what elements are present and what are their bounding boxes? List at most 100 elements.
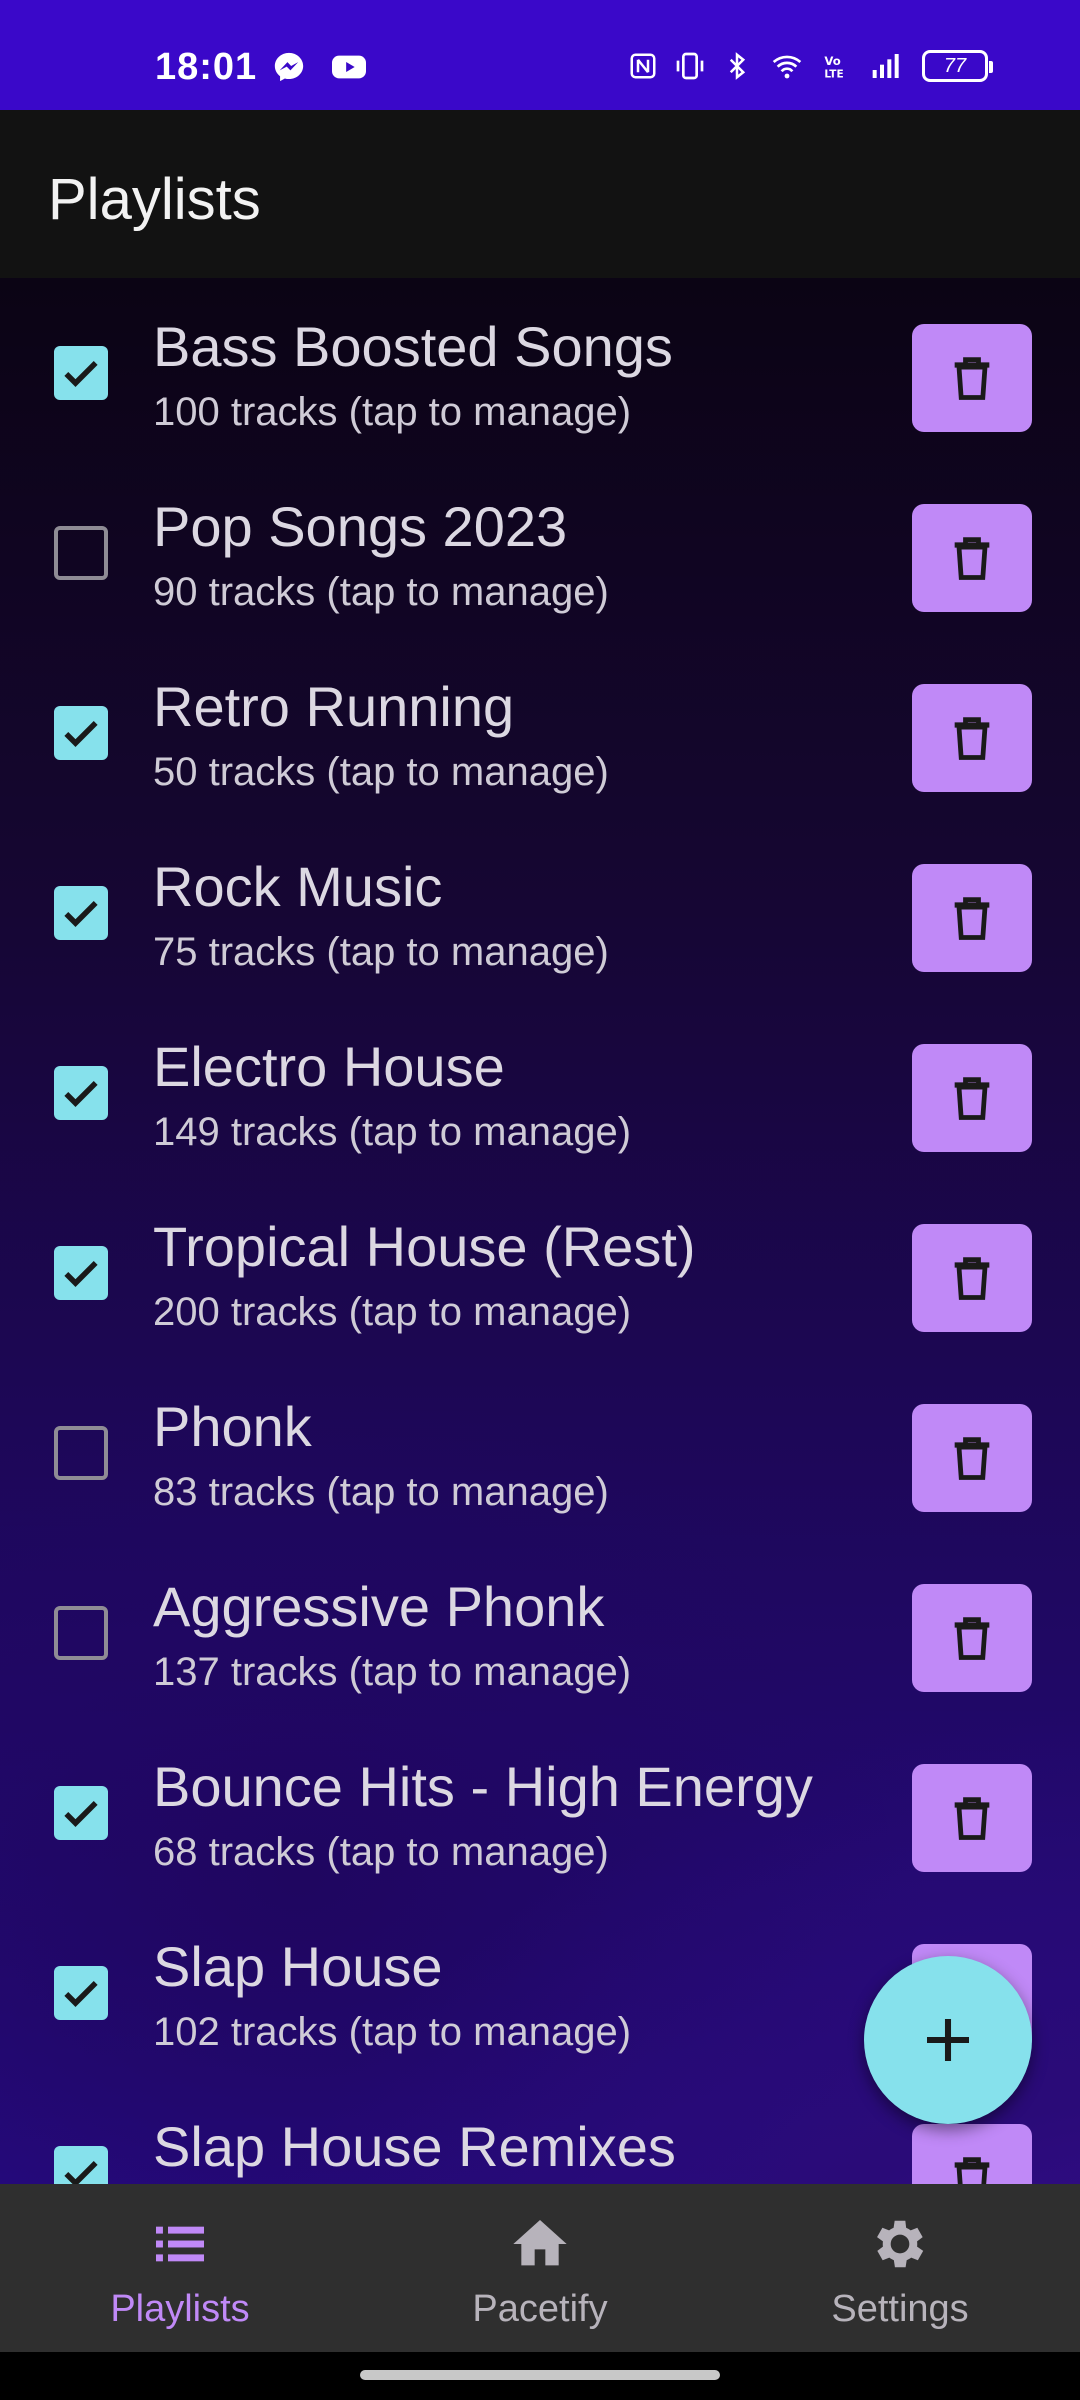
playlist-name: Pop Songs 2023 [153,495,568,558]
plus-icon [927,2019,969,2061]
trash-icon [954,1257,990,1300]
playlist-name: Bounce Hits - High Energy [153,1755,813,1818]
delete-playlist-button[interactable] [912,684,1032,792]
delete-playlist-button[interactable] [912,1044,1032,1152]
nav-playlists-label: Playlists [110,2288,250,2330]
playlist-row[interactable]: Tropical House (Rest) 200 tracks (tap to … [0,1188,1080,1368]
svg-text:Vo: Vo [824,54,840,68]
wifi-icon [772,55,802,79]
trash-icon [954,537,990,580]
playlist-name: Slap House [153,1935,443,1998]
gear-icon [877,2220,924,2268]
playlist-checkbox[interactable] [54,1786,108,1840]
playlist-track-count: 90 tracks (tap to manage) [153,570,609,614]
battery-level: 77 [943,54,967,77]
system-icons: Vo LTE 77 [628,50,993,82]
delete-playlist-button[interactable] [912,864,1032,972]
trash-icon [954,357,990,400]
battery-indicator: 77 [922,50,993,82]
check-icon [64,720,98,747]
list-icon [156,2226,204,2262]
playlist-name: Rock Music [153,855,443,918]
playlist-track-count: 137 tracks (tap to manage) [153,1650,632,1694]
playlist-list[interactable]: Bass Boosted Songs 100 tracks (tap to man… [0,278,1080,2184]
playlist-track-count: 50 tracks (tap to manage) [153,750,609,794]
trash-icon [954,1617,990,1660]
playlist-track-count: 68 tracks (tap to manage) [153,1830,609,1874]
playlist-row[interactable]: Retro Running 50 tracks (tap to manage) [0,648,1080,828]
delete-playlist-button[interactable] [912,2124,1032,2184]
trash-icon [954,2157,990,2184]
delete-playlist-button[interactable] [912,1404,1032,1512]
playlist-row[interactable]: Bounce Hits - High Energy 68 tracks (tap … [0,1728,1080,1908]
playlist-row[interactable]: Rock Music 75 tracks (tap to manage) [0,828,1080,1008]
playlist-name: Bass Boosted Songs [153,315,673,378]
page-title: Playlists [48,167,261,232]
nav-pacetify[interactable]: Pacetify [360,2184,720,2352]
playlist-row[interactable]: Electro House 149 tracks (tap to manage) [0,1008,1080,1188]
trash-icon [954,717,990,760]
notification-icons [272,50,368,84]
check-icon [64,1080,98,1107]
home-icon [513,2220,567,2266]
playlist-checkbox[interactable] [54,706,108,760]
trash-icon [954,897,990,940]
playlist-row[interactable]: Phonk 83 tracks (tap to manage) [0,1368,1080,1548]
status-time: 18:01 [155,46,258,88]
delete-playlist-button[interactable] [912,504,1032,612]
playlist-checkbox[interactable] [54,1966,108,2020]
vibrate-icon [676,52,704,80]
trash-icon [954,1797,990,1840]
playlist-checkbox[interactable] [54,2146,108,2184]
playlist-track-count: 83 tracks (tap to manage) [153,1470,609,1514]
playlist-row[interactable]: Aggressive Phonk 137 tracks (tap to manag… [0,1548,1080,1728]
svg-text:LTE: LTE [824,69,843,81]
bluetooth-icon [729,52,746,80]
playlist-track-count: 200 tracks (tap to manage) [153,1290,632,1334]
gesture-handle[interactable] [360,2370,720,2380]
playlist-name: Phonk [153,1395,312,1458]
check-icon [64,2160,98,2184]
playlist-checkbox[interactable] [54,526,108,580]
nav-playlists[interactable]: Playlists [0,2184,360,2352]
playlist-checkbox[interactable] [54,1246,108,1300]
playlist-checkbox[interactable] [54,1426,108,1480]
volte-icon: VoLTE [824,54,843,81]
playlist-name: Slap House Remixes [153,2115,676,2178]
playlist-row[interactable]: Pop Songs 2023 90 tracks (tap to manage) [0,468,1080,648]
playlist-track-count: 149 tracks (tap to manage) [153,1110,632,1154]
playlist-track-count: 102 tracks (tap to manage) [153,2010,632,2054]
playlist-name: Aggressive Phonk [153,1575,605,1638]
delete-playlist-button[interactable] [912,324,1032,432]
playlist-name: Electro House [153,1035,505,1098]
playlist-checkbox[interactable] [54,1066,108,1120]
nav-pacetify-label: Pacetify [472,2288,608,2330]
check-icon [64,1260,98,1287]
messenger-icon [274,52,304,82]
check-icon [64,1980,98,2007]
playlist-name: Tropical House (Rest) [153,1215,696,1278]
nfc-icon [630,53,656,79]
playlist-name: Retro Running [153,675,515,738]
trash-icon [954,1437,990,1480]
playlist-row[interactable]: Bass Boosted Songs 100 tracks (tap to man… [0,288,1080,468]
signal-icon [872,54,899,78]
check-icon [64,360,98,387]
playlist-checkbox[interactable] [54,346,108,400]
nav-settings-label: Settings [831,2288,969,2330]
check-icon [64,900,98,927]
status-bar: 18:01 Vo LTE 77 [0,0,1080,110]
delete-playlist-button[interactable] [912,1224,1032,1332]
nav-settings[interactable]: Settings [720,2184,1080,2352]
gesture-area [0,2352,1080,2400]
bottom-navigation: Playlists Pacetify Settings [0,2184,1080,2352]
playlist-checkbox[interactable] [54,1606,108,1660]
trash-icon [954,1077,990,1120]
add-playlist-button[interactable] [864,1956,1032,2124]
delete-playlist-button[interactable] [912,1584,1032,1692]
playlist-track-count: 75 tracks (tap to manage) [153,930,609,974]
app-bar: Playlists [0,110,1080,278]
delete-playlist-button[interactable] [912,1764,1032,1872]
playlist-checkbox[interactable] [54,886,108,940]
playlist-track-count: 100 tracks (tap to manage) [153,390,632,434]
